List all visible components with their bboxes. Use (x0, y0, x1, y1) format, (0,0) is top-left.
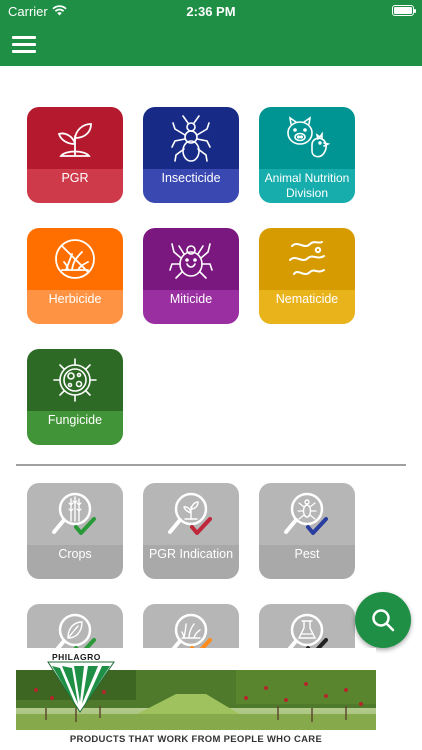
brand-name: PHILAGRO (52, 652, 101, 662)
category-tile-pgr[interactable]: PGR (27, 107, 123, 203)
category-label: PGR (61, 171, 89, 185)
search-icon (372, 609, 395, 632)
category-label: Animal Nutrition Division (264, 171, 350, 200)
search-tile-pest[interactable]: Pest (259, 483, 355, 579)
search-button[interactable] (355, 592, 411, 648)
category-tile-nematicide[interactable]: Nematicide (259, 228, 355, 324)
search-pest-icon (284, 492, 328, 535)
pig-chicken-icon (287, 116, 331, 158)
search-crops-icon (52, 492, 96, 535)
brand-tagline: PRODUCTS THAT WORK FROM PEOPLE WHO CARE (69, 734, 323, 745)
hamburger-menu-icon[interactable] (12, 36, 38, 54)
philagro-banner[interactable]: PHILAGRO PRODUCTS THAT WORK FROM PEOPLE … (16, 648, 376, 750)
fungus-icon (53, 358, 97, 402)
mite-icon (169, 243, 213, 279)
category-tile-animal-nutrition[interactable]: Animal Nutrition Division (259, 107, 355, 203)
navigation-bar (0, 22, 422, 66)
category-label: Herbicide (48, 292, 102, 306)
search-tile-label: PGR Indication (148, 547, 234, 561)
no-weed-icon (55, 239, 95, 279)
category-label: Insecticide (161, 171, 221, 185)
category-label: Nematicide (275, 292, 339, 306)
status-bar: Carrier 2:36 PM (0, 0, 422, 22)
section-divider (16, 464, 406, 466)
search-tile-label: Pest (294, 547, 320, 561)
nematode-icon (289, 241, 325, 275)
insect-icon (171, 115, 211, 162)
category-tile-insecticide[interactable]: Insecticide (143, 107, 239, 203)
category-label: Miticide (169, 292, 213, 306)
category-tile-miticide[interactable]: Miticide (143, 228, 239, 324)
search-pgr-icon (168, 492, 212, 535)
search-tile-label: Crops (58, 547, 92, 561)
category-label: Fungicide (47, 413, 103, 427)
category-tile-fungicide[interactable]: Fungicide (27, 349, 123, 445)
search-tile-crops[interactable]: Crops (27, 483, 123, 579)
search-tile-pgr-indication[interactable]: PGR Indication (143, 483, 239, 579)
clock: 2:36 PM (186, 4, 236, 19)
category-tile-herbicide[interactable]: Herbicide (27, 228, 123, 324)
battery-icon (392, 5, 416, 16)
seedling-icon (57, 123, 92, 157)
